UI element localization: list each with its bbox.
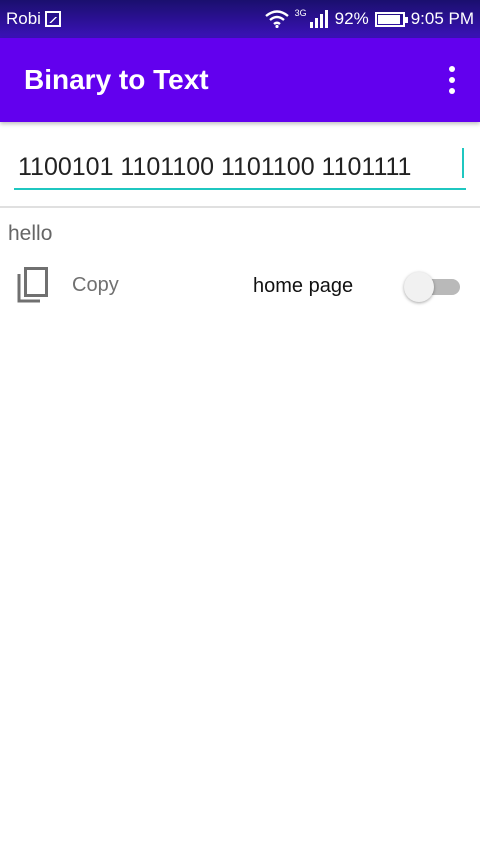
- image-icon: [44, 11, 61, 27]
- result-text: hello: [8, 222, 53, 245]
- clock: 9:05 PM: [410, 9, 474, 28]
- wifi-icon: [264, 10, 289, 28]
- toggle-thumb: [404, 272, 434, 302]
- battery-icon: [374, 11, 408, 27]
- copy-icon: [17, 267, 48, 303]
- binary-input[interactable]: [14, 140, 466, 186]
- app-bar: Binary to Text: [0, 38, 480, 122]
- carrier-name: Robi: [6, 9, 41, 28]
- divider: [0, 206, 480, 208]
- copy-label: Copy: [72, 273, 119, 296]
- signal-icon: [309, 10, 328, 28]
- home-page-toggle[interactable]: [404, 272, 460, 302]
- overflow-menu-icon[interactable]: [446, 66, 458, 94]
- menu-dot: [449, 88, 455, 94]
- menu-dot: [449, 77, 455, 83]
- menu-dot: [449, 66, 455, 72]
- binary-input-container: [14, 140, 466, 190]
- text-caret: [462, 148, 464, 178]
- battery-percent: 92%: [334, 9, 369, 28]
- status-left: Robi: [6, 9, 61, 29]
- app-title: Binary to Text: [24, 64, 209, 95]
- home-page-label: home page: [253, 275, 354, 297]
- status-right: 3G 92% 9:05 PM: [264, 8, 474, 29]
- copy-button[interactable]: Copy: [16, 266, 119, 304]
- status-bar: Robi 3G 92% 9:05 PM: [0, 0, 480, 38]
- network-type: 3G: [294, 8, 307, 18]
- battery-fill: [377, 14, 400, 24]
